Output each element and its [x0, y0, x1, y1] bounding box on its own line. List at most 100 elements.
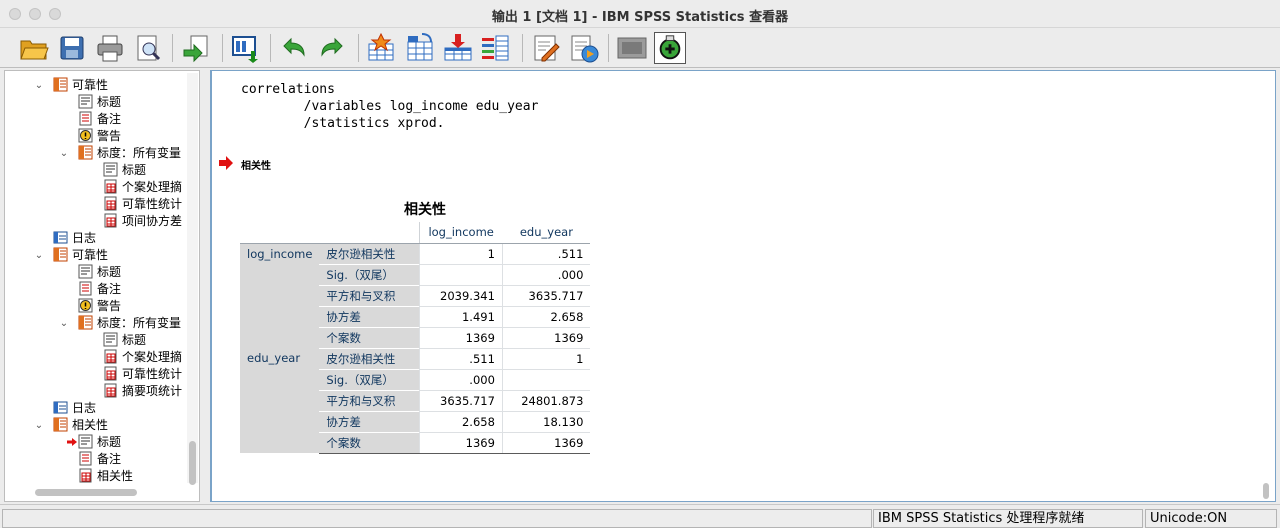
outline-item[interactable]: 标题: [78, 94, 121, 111]
table-cell: 18.130: [501, 411, 591, 433]
print-icon[interactable]: [94, 32, 126, 64]
procedure-icon: [78, 315, 93, 330]
log-icon: [53, 400, 68, 415]
viewer-window: 输出 1 [文档 1] - IBM SPSS Statistics 查看器 ⌄ …: [0, 0, 1280, 528]
expand-toggle[interactable]: ⌄: [58, 315, 70, 332]
outline-item[interactable]: 个案处理摘: [103, 179, 182, 196]
table-cell: [418, 264, 503, 286]
outline-item-label: 个案处理摘: [122, 180, 183, 194]
outline-item[interactable]: 日志: [53, 400, 96, 417]
outline-vertical-scroll-thumb[interactable]: [189, 441, 196, 485]
table-cell: 1369: [418, 327, 503, 349]
outline-item-label: 标题: [97, 95, 122, 109]
toolbar: [0, 28, 1280, 68]
outline-item[interactable]: 标题: [103, 162, 146, 179]
outline-item-label: 备注: [97, 452, 122, 466]
outline-item[interactable]: 警告: [78, 128, 121, 145]
outline-item-label: 摘要项统计: [122, 384, 183, 398]
table-cell: 1: [501, 348, 591, 370]
outline-item[interactable]: 相关性: [78, 468, 133, 485]
statistic-label: 个案数: [319, 431, 420, 454]
outline-item[interactable]: 可靠性: [53, 247, 108, 264]
outline-item-label: 标题: [97, 435, 122, 449]
expand-toggle[interactable]: ⌄: [58, 145, 70, 162]
outline-item[interactable]: 项间协方差: [103, 213, 182, 230]
export-icon[interactable]: [180, 32, 212, 64]
statistic-label: 皮尔逊相关性: [319, 242, 420, 264]
table-cell: .511: [501, 243, 591, 265]
expand-toggle[interactable]: ⌄: [33, 247, 45, 264]
redo-icon[interactable]: [316, 32, 348, 64]
outline-item[interactable]: 备注: [78, 281, 121, 298]
output-content-pane[interactable]: correlations /variables log_income edu_y…: [210, 70, 1276, 502]
outline-item[interactable]: 标题: [78, 264, 121, 281]
expand-toggle[interactable]: ⌄: [33, 77, 45, 94]
outline-vertical-scrollbar[interactable]: [187, 73, 198, 483]
outline-item[interactable]: 可靠性: [53, 77, 108, 94]
title-icon: [78, 434, 93, 449]
outline-item-label: 标题: [122, 333, 147, 347]
notes-icon: [78, 451, 93, 466]
log-icon: [53, 230, 68, 245]
save-icon[interactable]: [56, 32, 88, 64]
outline-item-label: 可靠性统计: [122, 197, 183, 211]
title-icon: [103, 162, 118, 177]
column-header: edu_year: [502, 222, 591, 244]
pane-splitter[interactable]: [200, 70, 210, 502]
outline-pane[interactable]: ⌄ 可靠性 标题 备注 警告 ⌄ 标度：所有变量 标题 个案处理摘 可靠性统计 项间协方差 日志 ⌄ 可靠…: [4, 70, 200, 502]
outline-item[interactable]: 警告: [78, 298, 121, 315]
open-icon[interactable]: [18, 32, 50, 64]
notes-icon: [78, 281, 93, 296]
table-cell: 1: [418, 243, 503, 265]
processor-status: IBM SPSS Statistics 处理程序就绪: [873, 509, 1143, 528]
goto-variable-icon[interactable]: [442, 32, 474, 64]
recall-dialog-icon[interactable]: [230, 32, 262, 64]
row-group-label: edu_year: [240, 348, 320, 453]
outline-item-label: 警告: [97, 129, 122, 143]
statistic-label: 皮尔逊相关性: [319, 347, 420, 369]
outline-item[interactable]: 标题: [78, 434, 121, 451]
add-item-icon[interactable]: [654, 32, 686, 64]
title-icon: [78, 94, 93, 109]
correlation-table[interactable]: log_income edu_year log_income 皮尔逊相关性 1.51…: [240, 222, 591, 454]
outline-item[interactable]: 个案处理摘: [103, 349, 182, 366]
outline-item[interactable]: 相关性: [53, 417, 108, 434]
content-scrollbar[interactable]: [1263, 483, 1269, 499]
outline-item[interactable]: 日志: [53, 230, 96, 247]
table-cell: [501, 369, 591, 391]
table-cell: 2.658: [418, 411, 503, 433]
designate-window-icon[interactable]: [616, 32, 648, 64]
variables-icon[interactable]: [480, 32, 512, 64]
outline-horizontal-scroll-thumb[interactable]: [35, 489, 137, 496]
outline-item[interactable]: 备注: [78, 451, 121, 468]
goto-case-icon[interactable]: [404, 32, 436, 64]
table-icon: [103, 349, 118, 364]
outline-item[interactable]: 可靠性统计: [103, 196, 182, 213]
outline-item[interactable]: 标题: [103, 332, 146, 349]
outline-item[interactable]: 可靠性统计: [103, 366, 182, 383]
statistic-label: 平方和与叉积: [319, 389, 420, 411]
table-row: edu_year 皮尔逊相关性 .511 1: [240, 347, 591, 453]
procedure-icon: [53, 77, 68, 92]
outline-item-label: 标题: [122, 163, 147, 177]
undo-icon[interactable]: [278, 32, 310, 64]
print-preview-icon[interactable]: [132, 32, 164, 64]
procedure-icon: [53, 417, 68, 432]
expand-toggle[interactable]: ⌄: [33, 417, 45, 434]
outline-item-label: 相关性: [97, 469, 134, 483]
procedure-icon: [78, 145, 93, 160]
goto-data-icon[interactable]: [366, 32, 398, 64]
outline-item[interactable]: 标度：所有变量: [78, 315, 181, 332]
insert-output-icon[interactable]: [530, 32, 562, 64]
outline-item[interactable]: 标度：所有变量: [78, 145, 181, 162]
outline-item-label: 警告: [97, 299, 122, 313]
statistic-label: Sig.（双尾）: [319, 263, 420, 285]
table-cell: 1.491: [418, 306, 503, 328]
outline-item[interactable]: 备注: [78, 111, 121, 128]
section-heading[interactable]: 相关性: [241, 157, 271, 172]
table-cell: .511: [418, 348, 503, 370]
statistic-label: Sig.（双尾）: [319, 368, 420, 390]
outline-item[interactable]: 摘要项统计: [103, 383, 182, 400]
table-icon: [103, 179, 118, 194]
run-script-icon[interactable]: [568, 32, 600, 64]
